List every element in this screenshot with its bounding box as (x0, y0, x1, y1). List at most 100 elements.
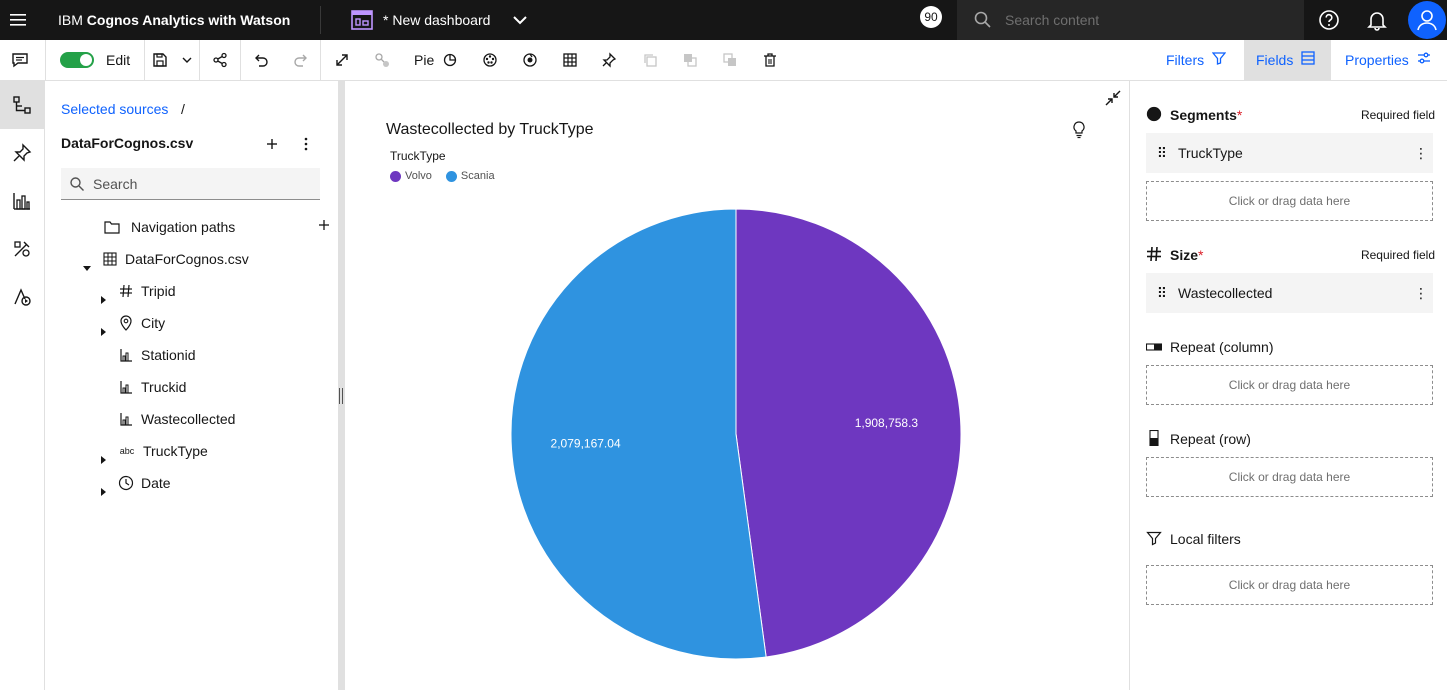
table-view-icon[interactable] (558, 48, 582, 72)
toolbar-divider (199, 40, 200, 80)
chart-type-label[interactable]: Pie (414, 40, 434, 80)
legend-label: Scania (460, 170, 495, 182)
tree-item-stationid[interactable]: Stationid (117, 339, 195, 371)
dashboard-name[interactable]: * New dashboard (383, 0, 490, 40)
fields-label: Fields (1256, 52, 1294, 68)
caret-right-icon[interactable] (97, 317, 109, 336)
user-avatar[interactable] (1408, 1, 1446, 39)
chat-comment-icon[interactable] (8, 48, 32, 72)
redo-icon[interactable] (289, 48, 313, 72)
pie-chart-type-icon[interactable] (438, 48, 462, 72)
tree-item-navigation-paths[interactable]: Navigation paths (103, 211, 331, 243)
source-name: DataForCognos.csv (61, 135, 194, 151)
legend-item-volvo[interactable]: Volvo (390, 169, 432, 183)
repeat-column-icon (1145, 339, 1163, 355)
connect-icon[interactable] (370, 48, 394, 72)
segments-dropzone[interactable]: Click or drag data here (1146, 181, 1433, 221)
pie-slice-scania[interactable] (510, 208, 767, 660)
legend-title: TruckType (390, 149, 446, 163)
widgets-rail-icon[interactable] (0, 225, 44, 273)
filter-icon (1146, 530, 1162, 549)
chevron-down-icon[interactable] (512, 9, 528, 31)
data-sources-rail-icon[interactable] (0, 81, 44, 129)
tree-item-label: Stationid (141, 347, 196, 363)
segments-slot-header: Segments * (1146, 105, 1242, 125)
expand-icon[interactable] (330, 48, 354, 72)
overflow-menu-icon[interactable]: ⋮ (1409, 145, 1433, 162)
caret-down-icon[interactable] (81, 253, 93, 271)
properties-tab[interactable]: Properties (1333, 40, 1443, 80)
drag-handle-icon[interactable]: ⠿ (1146, 285, 1178, 302)
source-search-placeholder: Search (93, 176, 138, 192)
repeat-column-dropzone[interactable]: Click or drag data here (1146, 365, 1433, 405)
caret-right-icon[interactable] (97, 285, 109, 304)
size-label: Size (1170, 247, 1199, 263)
splitter-grip-icon[interactable] (339, 388, 343, 404)
dashboard-toolbar: Edit Pie Filters Fields Properties (0, 40, 1447, 81)
repeat-row-header: Repeat (row) (1146, 429, 1251, 449)
source-search-input[interactable]: Search (61, 168, 320, 200)
pin-icon[interactable] (597, 48, 621, 72)
tree-item-tripid[interactable]: Tripid (97, 275, 176, 307)
insights-icon[interactable] (518, 48, 542, 72)
overflow-menu-icon[interactable]: ⋮ (1409, 285, 1433, 302)
fields-tab[interactable]: Fields (1244, 40, 1331, 80)
add-navigation-path-icon[interactable] (317, 211, 331, 243)
add-icon[interactable] (263, 135, 281, 153)
search-icon (973, 10, 993, 30)
tree-item-label: DataForCognos.csv (125, 251, 249, 267)
notification-count-badge[interactable]: 90 (920, 6, 942, 28)
segments-field-pill[interactable]: ⠿ TruckType ⋮ (1146, 133, 1433, 173)
filters-tab[interactable]: Filters (1154, 40, 1238, 80)
copy-icon[interactable] (638, 48, 662, 72)
legend-label: Volvo (405, 170, 432, 182)
overflow-menu-icon[interactable] (297, 135, 315, 153)
repeat-row-dropzone[interactable]: Click or drag data here (1146, 457, 1433, 497)
pie-slice-volvo[interactable] (735, 208, 962, 658)
tree-item-wastecollected[interactable]: Wastecollected (117, 403, 235, 435)
required-star: * (1236, 107, 1243, 123)
pins-rail-icon[interactable] (0, 129, 44, 177)
notifications-bell-icon[interactable] (1365, 8, 1389, 32)
bring-forward-icon[interactable] (678, 48, 702, 72)
help-icon[interactable] (1317, 8, 1341, 32)
legend-swatch (390, 170, 401, 182)
assistant-rail-icon[interactable] (0, 273, 44, 321)
collapse-icon[interactable] (1104, 89, 1122, 107)
send-backward-icon[interactable] (718, 48, 742, 72)
save-icon[interactable] (148, 48, 172, 72)
chart-title: Wastecollected by TruckType (386, 121, 594, 138)
color-palette-icon[interactable] (478, 48, 502, 72)
legend-item-scania[interactable]: Scania (445, 169, 495, 183)
drag-handle-icon[interactable]: ⠿ (1146, 145, 1178, 162)
breadcrumb-separator: / (181, 101, 185, 117)
hamburger-menu-icon[interactable] (0, 0, 36, 40)
tree-item-label: Truckid (141, 379, 187, 395)
local-filters-dropzone[interactable]: Click or drag data here (1146, 565, 1433, 605)
edit-label: Edit (106, 52, 131, 68)
tree-item-label: TruckType (143, 443, 208, 459)
tree-item-trucktype[interactable]: abc TruckType (97, 435, 208, 467)
size-field-pill[interactable]: ⠿ Wastecollected ⋮ (1146, 273, 1433, 313)
legend-swatch (445, 170, 457, 182)
toolbar-divider (240, 40, 241, 80)
lightbulb-insights-icon[interactable] (1071, 121, 1087, 139)
tree-item-date[interactable]: Date (97, 467, 171, 499)
table-icon (101, 250, 119, 268)
tree-item-truckid[interactable]: Truckid (117, 371, 186, 403)
brand-prefix: IBM (58, 12, 87, 28)
delete-trash-icon[interactable] (758, 48, 782, 72)
share-icon[interactable] (208, 48, 232, 72)
undo-icon[interactable] (249, 48, 273, 72)
tree-item-city[interactable]: City (97, 307, 165, 339)
caret-right-icon[interactable] (97, 445, 109, 464)
text-icon: abc (119, 446, 135, 456)
visualizations-rail-icon[interactable] (0, 177, 44, 225)
panel-splitter[interactable] (338, 81, 345, 690)
edit-mode-toggle[interactable] (60, 52, 94, 68)
breadcrumb-selected-sources[interactable]: Selected sources (61, 101, 168, 117)
save-options-chevron-icon[interactable] (175, 48, 199, 72)
caret-right-icon[interactable] (97, 477, 109, 496)
tree-item-datasource[interactable]: DataForCognos.csv (81, 243, 249, 275)
search-content-field[interactable]: Search content (957, 0, 1304, 40)
